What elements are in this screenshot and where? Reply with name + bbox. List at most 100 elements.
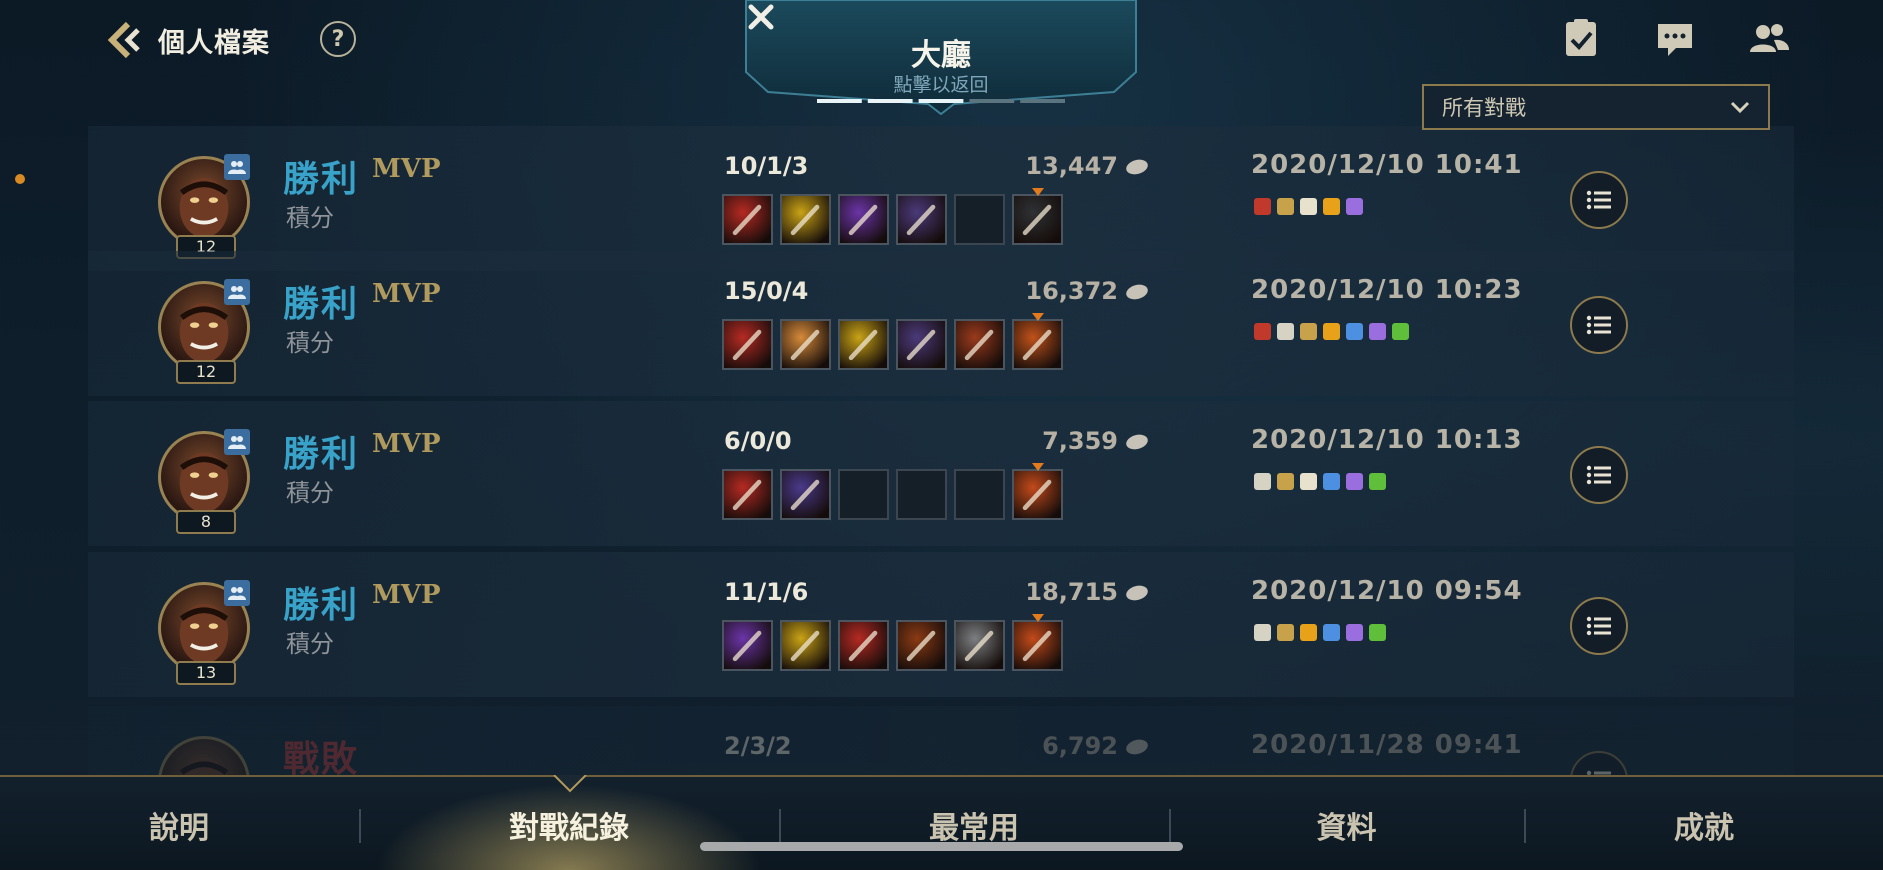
achievement-badges: [1254, 473, 1386, 490]
item-icon: [954, 620, 1005, 671]
friends-icon[interactable]: [1748, 18, 1790, 60]
bottom-nav: 說明 對戰紀錄 最常用 資料 成就: [0, 775, 1883, 870]
bottom-nav-tab[interactable]: 最常用: [780, 777, 1168, 870]
list-icon: [1586, 465, 1611, 485]
item-icon: [954, 319, 1005, 370]
achievement-badge-icon: [1369, 323, 1386, 340]
trinket-item-icon: [1012, 463, 1063, 520]
trinket-item-icon: [1012, 188, 1063, 245]
empty-item-slot: [896, 469, 947, 520]
champion-portrait[interactable]: [158, 736, 250, 775]
back-button[interactable]: 個人檔案: [104, 18, 270, 62]
item-glyph: [1022, 329, 1052, 361]
match-details-button[interactable]: [1570, 597, 1628, 655]
achievement-badge-icon: [1277, 624, 1294, 641]
empty-item-slot: [838, 469, 889, 520]
item-icon: [896, 194, 947, 245]
achievement-badges: [1254, 624, 1386, 641]
achievement-badge-icon: [1323, 624, 1340, 641]
item-glyph: [964, 329, 994, 361]
achievement-badge-icon: [1323, 323, 1340, 340]
achievement-badge-icon: [1346, 624, 1363, 641]
achievement-badge-icon: [1300, 323, 1317, 340]
match-row[interactable]: 戰敗 2/3/2 6,792 2020/11/28 09:41: [88, 706, 1794, 775]
chat-icon[interactable]: [1654, 18, 1696, 60]
list-icon: [1586, 190, 1611, 210]
match-details-button[interactable]: [1570, 446, 1628, 504]
item-glyph: [790, 630, 820, 662]
item-icon: [722, 620, 773, 671]
item-build: [722, 313, 1063, 370]
lobby-return-tab[interactable]: 大廳 點擊以返回: [744, 0, 1138, 120]
trinket-item-icon: [1012, 614, 1063, 671]
achievement-badge-icon: [1369, 624, 1386, 641]
bottom-nav-tab[interactable]: 成就: [1525, 777, 1883, 870]
match-details-button[interactable]: [1570, 751, 1628, 775]
bottom-nav-tab[interactable]: 說明: [0, 777, 358, 870]
item-glyph: [732, 479, 762, 511]
match-row[interactable]: 12 勝利 MVP 積分 15/0/4 16,372 2020/12/10 10…: [88, 251, 1794, 396]
item-glyph: [790, 479, 820, 511]
item-icon: [722, 469, 773, 520]
match-details-button[interactable]: [1570, 296, 1628, 354]
trinket-item-icon: [1012, 313, 1063, 370]
match-filter-dropdown[interactable]: 所有對戰: [1422, 84, 1770, 130]
match-details-button[interactable]: [1570, 171, 1628, 229]
filter-selected-label: 所有對戰: [1442, 96, 1526, 120]
close-icon[interactable]: [744, 0, 778, 34]
list-icon: [1586, 315, 1611, 335]
item-glyph: [1022, 204, 1052, 236]
mvp-label: MVP: [372, 279, 441, 309]
item-build: [722, 614, 1063, 671]
gold-coin-icon: [1124, 282, 1150, 302]
gold-coin-icon: [1124, 157, 1150, 177]
checklist-icon[interactable]: [1560, 18, 1602, 60]
achievement-badge-icon: [1369, 473, 1386, 490]
gold-coin-icon: [1124, 432, 1150, 452]
match-result-label: 勝利: [283, 434, 360, 475]
achievement-badge-icon: [1323, 198, 1340, 215]
mvp-label: MVP: [372, 429, 441, 459]
match-result-label: 勝利: [283, 159, 360, 200]
nav-separator: [779, 809, 781, 843]
item-icon: [896, 620, 947, 671]
achievement-badge-icon: [1254, 198, 1271, 215]
game-mode-label: 積分: [286, 204, 334, 232]
item-glyph: [906, 630, 936, 662]
champion-face-icon: [179, 757, 229, 775]
achievement-badge-icon: [1346, 198, 1363, 215]
back-arrow-icon: [107, 21, 140, 59]
match-date: 2020/12/10 10:41: [1251, 150, 1523, 180]
achievement-badge-icon: [1346, 323, 1363, 340]
item-glyph: [1022, 630, 1052, 662]
gold-value: 6,792: [1042, 732, 1118, 760]
gold-earned: 16,372: [938, 277, 1150, 305]
party-icon: [224, 580, 250, 606]
help-button[interactable]: ?: [320, 21, 356, 57]
champion-level-badge: 13: [176, 661, 236, 685]
notification-dot: [15, 174, 25, 184]
match-row[interactable]: 8 勝利 MVP 積分 6/0/0 7,359 2020/12/10 10:13: [88, 401, 1794, 546]
kda-label: 15/0/4: [724, 277, 809, 305]
bottom-nav-tab[interactable]: 資料: [1170, 777, 1523, 870]
achievement-badge-icon: [1300, 624, 1317, 641]
home-indicator[interactable]: [700, 842, 1183, 851]
item-glyph: [848, 204, 878, 236]
trinket-marker-icon: [1032, 463, 1044, 471]
match-date: 2020/12/10 10:23: [1251, 275, 1523, 305]
achievement-badge-icon: [1346, 473, 1363, 490]
lobby-progress-bar: [817, 99, 1065, 103]
item-glyph: [732, 204, 762, 236]
kda-label: 11/1/6: [724, 578, 809, 606]
item-icon: [896, 319, 947, 370]
item-icon: [780, 620, 831, 671]
active-tab-caret-icon: [553, 775, 587, 793]
item-icon: [838, 194, 889, 245]
match-row[interactable]: 13 勝利 MVP 積分 11/1/6 18,715 2020/12/10 09…: [88, 552, 1794, 697]
game-mode-label: 積分: [286, 329, 334, 357]
achievement-badge-icon: [1277, 198, 1294, 215]
match-row[interactable]: 12 勝利 MVP 積分 10/1/3 13,447 2020/12/10 10…: [88, 126, 1794, 271]
achievement-badge-icon: [1277, 323, 1294, 340]
page-title: 個人檔案: [158, 27, 270, 59]
chevron-down-icon: [1730, 101, 1750, 114]
